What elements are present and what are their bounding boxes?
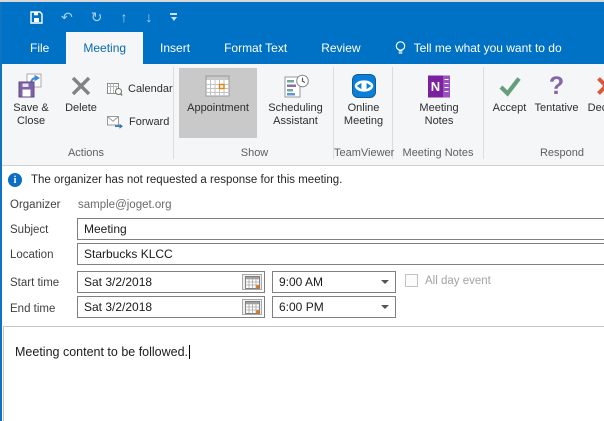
move-down-icon[interactable]: ↓ [145,10,152,24]
all-day-event-checkbox [405,274,418,287]
subject-input[interactable] [77,218,604,240]
meeting-notes-label: Notes [425,115,454,128]
save-icon[interactable] [30,11,43,24]
move-up-icon[interactable]: ↑ [120,10,127,24]
delete-label: Delete [65,102,97,115]
organizer-label: Organizer [10,199,61,211]
message-body-text: Meeting content to be followed. [15,345,188,359]
group-separator [483,67,484,159]
organizer-value: sample@joget.org [78,199,172,211]
svg-text:N: N [431,79,440,94]
appointment-label: Appointment [187,102,249,115]
quick-access-toolbar: ↶ ↻ ↑ ↓ [30,10,177,24]
forward-label: Forward [129,116,169,128]
delete-button[interactable]: Delete [58,68,104,140]
ribbon: Save & Close Delete Calendar Forward Act… [0,64,604,166]
customize-quick-access-toolbar-icon[interactable] [170,13,177,21]
undo-icon[interactable]: ↶ [61,10,73,24]
onenote-icon: N [426,70,452,102]
start-date-picker-icon[interactable] [242,274,262,290]
scheduling-assistant-icon [283,70,309,102]
end-date-picker-icon[interactable] [242,299,262,315]
location-label: Location [10,249,53,261]
tab-review[interactable]: Review [304,32,377,64]
online-meeting-button[interactable]: Online Meeting [336,68,391,140]
window-left-edge [0,2,2,421]
scheduling-label: Scheduling [268,102,322,115]
start-time-dropdown-icon[interactable] [381,280,389,284]
message-body-editor[interactable]: Meeting content to be followed. [3,326,604,421]
end-time-combo[interactable]: 6:00 PM [272,296,396,318]
start-time-label: Start time [10,277,59,289]
meeting-notes-button[interactable]: N Meeting Notes [397,68,481,140]
info-icon: i [8,173,22,187]
group-separator [392,67,393,159]
start-date-value: Sat 3/2/2018 [84,275,152,289]
tell-me-box[interactable]: Tell me what you want to do [378,32,562,64]
ribbon-tab-bar: File Meeting Insert Format Text Review T… [0,32,604,64]
decline-label: Decline [588,102,604,115]
group-label-meeting-notes: Meeting Notes [393,147,483,159]
text-cursor [189,345,190,359]
appointment-icon [205,70,231,102]
save-close-label: Save & [13,102,48,115]
end-time-value: 6:00 PM [279,300,324,314]
location-input[interactable] [77,243,604,265]
forward-button[interactable]: Forward [107,113,185,131]
calendar-icon [107,82,123,96]
end-time-label: End time [10,303,55,315]
tentative-question-icon: ? [549,70,564,102]
accept-check-icon [497,70,523,102]
tab-format-text[interactable]: Format Text [207,32,304,64]
start-date-input[interactable]: Sat 3/2/2018 [77,271,265,293]
all-day-event-label: All day event [425,275,491,287]
redo-icon[interactable]: ↻ [91,10,103,24]
tab-insert[interactable]: Insert [143,32,207,64]
group-label-show: Show [176,147,333,159]
online-meeting-label: Meeting [344,115,383,128]
accept-label: Accept [493,102,527,115]
group-separator [333,67,334,159]
tentative-button[interactable]: ? Tentative [532,68,581,140]
delete-x-icon [70,70,92,102]
forward-icon [107,115,124,129]
meeting-notes-label: Meeting [419,102,458,115]
end-date-input[interactable]: Sat 3/2/2018 [77,296,265,318]
outlook-meeting-window: ↶ ↻ ↑ ↓ File Meeting Insert Format Text … [0,0,604,421]
end-time-dropdown-icon[interactable] [381,305,389,309]
start-time-value: 9:00 AM [279,275,323,289]
group-label-respond: Respond [483,147,604,159]
save-close-label: Close [17,115,45,128]
group-label-actions: Actions [3,147,169,159]
subject-label: Subject [10,224,48,236]
appointment-button[interactable]: Appointment [179,68,257,138]
tell-me-label: Tell me what you want to do [414,41,562,55]
online-meeting-label: Online [348,102,380,115]
calendar-button[interactable]: Calendar [107,80,173,98]
info-bar: i The organizer has not requested a resp… [2,167,604,193]
tab-meeting[interactable]: Meeting [66,32,143,64]
title-bar[interactable]: ↶ ↻ ↑ ↓ [0,2,604,32]
lightbulb-icon [394,40,407,56]
tab-file[interactable]: File [13,32,66,64]
end-date-value: Sat 3/2/2018 [84,300,152,314]
save-close-icon [18,70,44,102]
teamviewer-icon [351,70,377,102]
calendar-label: Calendar [128,83,173,95]
info-message: The organizer has not requested a respon… [31,174,342,186]
accept-button[interactable]: Accept [487,68,532,140]
scheduling-assistant-button[interactable]: Scheduling Assistant [258,68,333,140]
scheduling-label: Assistant [273,115,318,128]
decline-button[interactable]: Decline [581,68,604,140]
group-label-teamviewer: TeamViewer [334,147,392,159]
start-time-combo[interactable]: 9:00 AM [272,271,396,293]
decline-x-icon [594,70,604,102]
save-and-close-button[interactable]: Save & Close [5,68,57,140]
tentative-label: Tentative [534,102,578,115]
